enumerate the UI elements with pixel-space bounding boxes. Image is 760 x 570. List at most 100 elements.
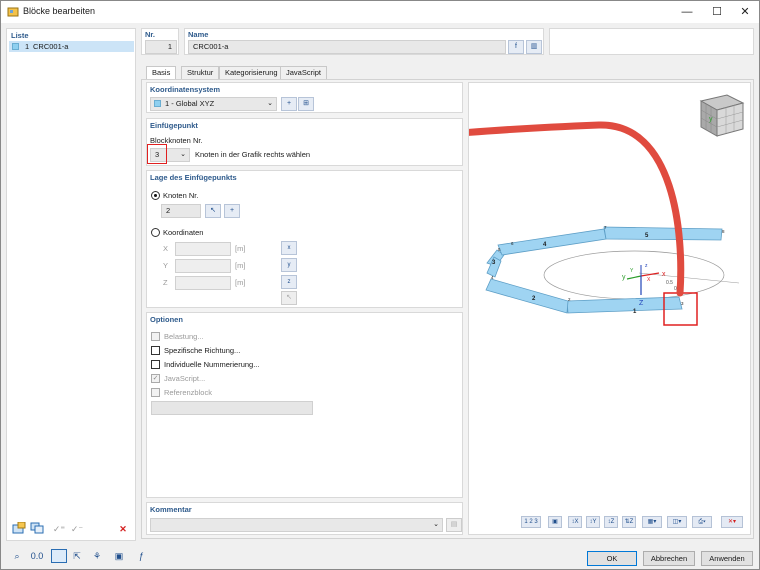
kommentar-header: Kommentar [150, 505, 192, 514]
nr-panel: Nr. 1 [141, 28, 179, 55]
pick-node-icon[interactable]: ↖ [205, 204, 221, 218]
coord-z-axis: Z [163, 278, 168, 287]
name-field[interactable]: CRC001-a [188, 40, 506, 54]
comment-library-icon[interactable]: ▤ [446, 518, 462, 532]
coord-color [154, 100, 161, 107]
node-label: 8 [722, 229, 725, 234]
name-panel: Name CRC001-a f ▥ [184, 28, 544, 55]
knoten-radio[interactable] [151, 191, 160, 200]
svg-text:X: X [647, 277, 651, 283]
svg-text:x: x [662, 271, 666, 278]
lage-header: Lage des Einfügepunkts [150, 173, 237, 182]
individuelle-nummerierung-checkbox[interactable] [151, 360, 160, 369]
copy-block-icon[interactable] [29, 522, 45, 536]
koordinaten-label: Koordinaten [163, 228, 204, 237]
check-all-icon[interactable]: ✓⁼ [51, 522, 67, 536]
name-label: Name [188, 30, 209, 39]
nr-field[interactable]: 1 [145, 40, 177, 54]
blockknoten-hint: Knoten in der Grafik rechts wählen [195, 150, 311, 159]
coord-x-unit: [m] [235, 244, 246, 253]
einfuegepunkt-header: Einfügepunkt [150, 121, 198, 130]
minimize-button[interactable]: — [672, 3, 702, 21]
function-icon[interactable]: ƒ [133, 549, 149, 563]
pick-y-icon[interactable]: y [281, 258, 297, 272]
javascript-checkbox[interactable]: ✓ [151, 374, 160, 383]
koordinaten-radio[interactable] [151, 228, 160, 237]
new-coord-system-icon[interactable]: + [281, 97, 297, 111]
new-node-icon[interactable]: + [224, 204, 240, 218]
einfuegepunkt-panel: Einfügepunkt Blockknoten Nr. 3 ⌄ Knoten … [146, 118, 463, 166]
list-header: Liste [11, 31, 29, 40]
optionen-header: Optionen [150, 315, 183, 324]
coord-x-field[interactable] [175, 242, 231, 256]
reset-view-icon[interactable]: ✕▾ [721, 516, 743, 528]
perspective-icon[interactable]: ◫▾ [667, 516, 687, 528]
units-icon[interactable]: 0.0 [29, 549, 45, 563]
tab-struktur[interactable]: Struktur [181, 66, 220, 79]
ok-button[interactable]: OK [587, 551, 637, 566]
print-icon[interactable]: ⎙▾ [692, 516, 712, 528]
pick-point-icon[interactable]: ↖ [281, 291, 297, 305]
graphics-icon[interactable]: ⚘ [89, 549, 105, 563]
new-block-icon[interactable] [11, 521, 27, 536]
list-panel: Liste 1 CRC001-a ✓⁼ ✓⁻ ✕ [6, 28, 136, 541]
koordinatensystem-select[interactable]: 1 - Global XYZ ⌄ [150, 97, 277, 111]
annotation-arrow [469, 121, 685, 297]
member-4[interactable] [497, 228, 607, 256]
arc-label: 0.5 [666, 280, 673, 286]
cancel-button[interactable]: Abbrechen [643, 551, 695, 566]
lage-panel: Lage des Einfügepunkts Knoten Nr. 2 ↖ + … [146, 170, 463, 308]
coord-y-field[interactable] [175, 259, 231, 273]
knoten-field[interactable]: 2 [161, 204, 201, 218]
dialog-window: Blöcke bearbeiten — ☐ ✕ Liste 1 CRC001-a… [0, 0, 760, 570]
svg-text:y: y [622, 274, 626, 281]
individuelle-nummerierung-label: Individuelle Nummerierung... [164, 360, 260, 369]
tab-kategorisierung[interactable]: Kategorisierung [219, 66, 284, 79]
tab-javascript[interactable]: JavaScript [280, 66, 328, 79]
spezifische-richtung-checkbox[interactable] [151, 346, 160, 355]
color-icon[interactable] [51, 549, 67, 563]
koordinatensystem-value: 1 - Global XYZ [165, 99, 215, 108]
render-icon[interactable]: ▣ [548, 516, 562, 528]
spezifische-richtung-label: Spezifische Richtung... [164, 346, 241, 355]
svg-text:Y: Y [630, 268, 634, 274]
coord-x-axis: X [163, 244, 169, 253]
svg-text:z: z [645, 263, 648, 269]
save-icon[interactable]: ▣ [111, 549, 127, 563]
svg-text:Z: Z [639, 300, 644, 307]
pick-x-icon[interactable]: x [281, 241, 297, 255]
apply-button[interactable]: Anwenden [701, 551, 753, 566]
view-select-icon[interactable]: 1 2 3 [521, 516, 541, 528]
library-icon[interactable]: ▥ [526, 40, 542, 54]
view-iso-icon[interactable]: ⇅Z [622, 516, 636, 528]
member-5[interactable] [603, 226, 723, 241]
view-y-icon[interactable]: ↕Y [586, 516, 600, 528]
referenzblock-checkbox[interactable] [151, 388, 160, 397]
belastung-label: Belastung... [164, 332, 204, 341]
view-cube-icon[interactable]: y [699, 94, 745, 137]
tab-basis[interactable]: Basis [146, 66, 177, 80]
select-icon[interactable]: ⇱ [69, 549, 85, 563]
optionen-panel: Optionen Belastung... Spezifische Richtu… [146, 312, 463, 498]
delete-icon[interactable]: ✕ [115, 522, 131, 536]
list-item[interactable]: 1 CRC001-a [9, 41, 134, 52]
kommentar-field[interactable]: ⌄ [150, 518, 443, 532]
view-x-icon[interactable]: ↕X [568, 516, 582, 528]
info-panel [549, 28, 754, 55]
maximize-button[interactable]: ☐ [702, 3, 732, 21]
edit-name-icon[interactable]: f [508, 40, 524, 54]
member-2[interactable] [485, 278, 569, 314]
close-button[interactable]: ✕ [730, 3, 760, 21]
referenzblock-field[interactable] [151, 401, 313, 415]
uncheck-all-icon[interactable]: ✓⁻ [69, 522, 85, 536]
edit-coord-system-icon[interactable]: ⊞ [298, 97, 314, 111]
view-z-icon[interactable]: ↕Z [604, 516, 618, 528]
search-icon[interactable]: ⌕ [9, 549, 25, 563]
coord-z-field[interactable] [175, 276, 231, 290]
window-title: Blöcke bearbeiten [23, 6, 96, 16]
koordinatensystem-header: Koordinatensystem [150, 85, 221, 94]
pick-z-icon[interactable]: z [281, 275, 297, 289]
model-graphic[interactable]: y 0.5 0.1 1 2 3 4 5 3 2 4 5 6 7 8 x y Z … [469, 83, 752, 508]
belastung-checkbox[interactable] [151, 332, 160, 341]
display-options-icon[interactable]: ▦▾ [642, 516, 662, 528]
